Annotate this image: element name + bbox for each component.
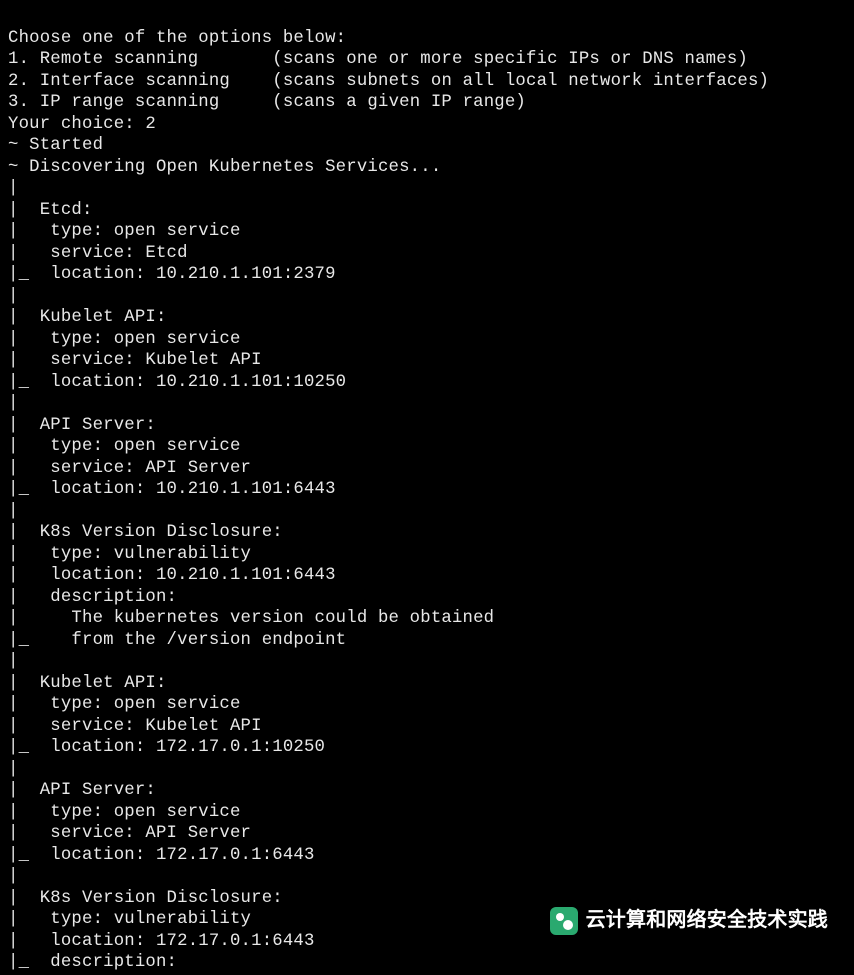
wechat-icon <box>550 907 578 935</box>
option-2: 2. Interface scanning (scans subnets on … <box>8 72 769 91</box>
prompt-header: Choose one of the options below: <box>8 29 346 48</box>
findings-block: | | Etcd: | type: open service | service… <box>8 179 494 972</box>
status-discovering: ~ Discovering Open Kubernetes Services..… <box>8 158 441 177</box>
watermark: 云计算和网络安全技术实践 <box>550 907 828 935</box>
watermark-text: 云计算和网络安全技术实践 <box>586 910 828 932</box>
status-started: ~ Started <box>8 136 103 155</box>
option-1: 1. Remote scanning (scans one or more sp… <box>8 50 748 69</box>
terminal-window[interactable]: Choose one of the options below: 1. Remo… <box>0 0 854 975</box>
option-3: 3. IP range scanning (scans a given IP r… <box>8 93 526 112</box>
choice-prompt[interactable]: Your choice: 2 <box>8 115 156 134</box>
choice-input: 2 <box>145 115 156 134</box>
